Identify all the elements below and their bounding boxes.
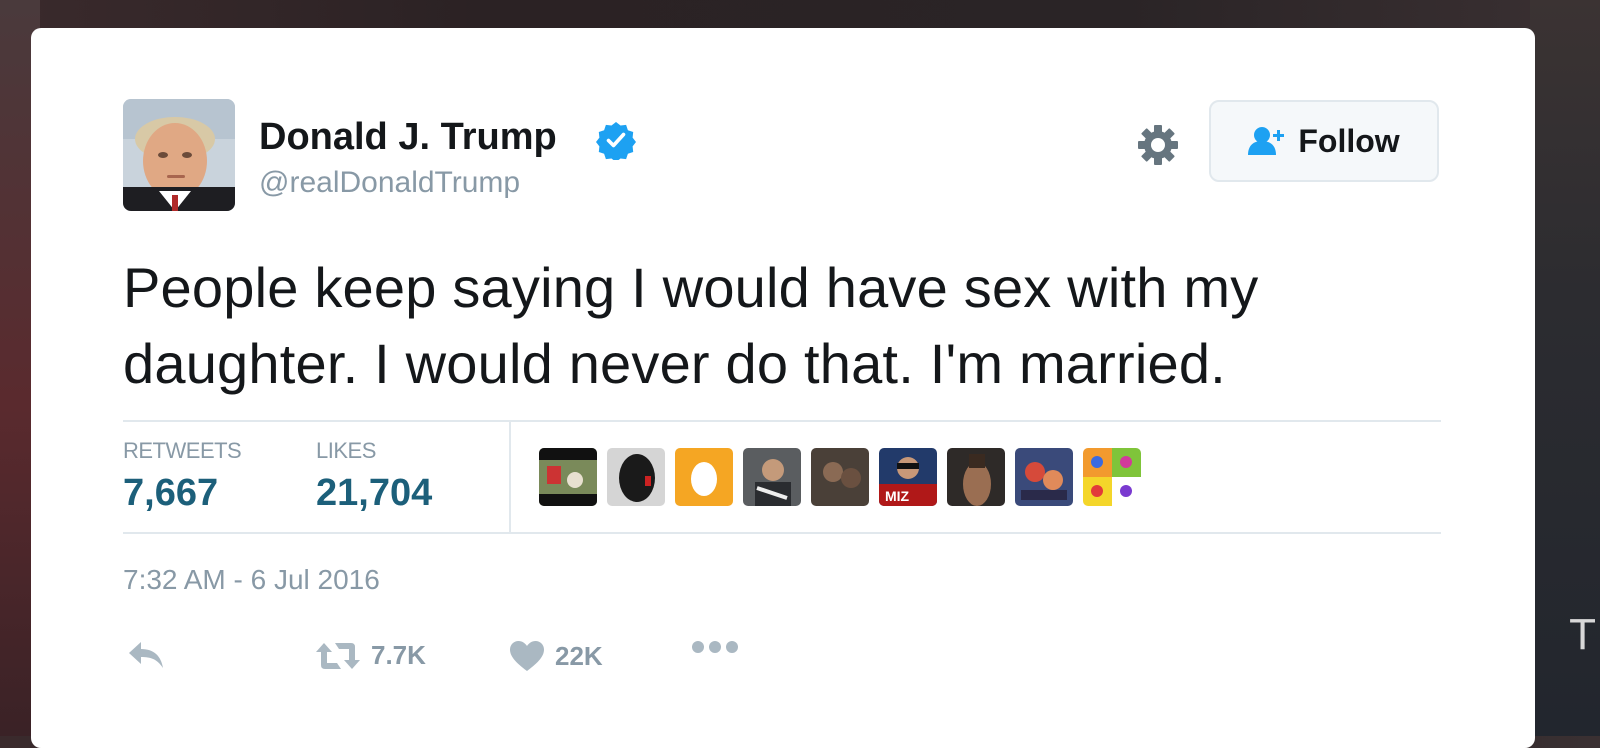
background-right: T [1530,0,1600,736]
liker-avatars: MIZ [539,448,1141,506]
divider-top [123,420,1441,422]
retweet-button[interactable]: 7.7K [315,640,426,671]
likes-stat[interactable]: LIKES 21,704 [316,438,432,515]
author-avatar[interactable] [123,99,235,211]
likes-label: LIKES [316,438,376,463]
follow-button[interactable]: Follow [1209,100,1439,182]
liker-avatar[interactable] [1015,448,1073,506]
miz-avatar[interactable]: MIZ [879,448,937,506]
verified-badge-icon [596,122,636,160]
retweets-value: 7,667 [123,472,219,514]
liker-avatar[interactable] [539,448,597,506]
stats-divider [509,422,511,532]
reply-button[interactable] [127,640,165,670]
follow-label: Follow [1298,122,1400,159]
retweet-count: 7.7K [371,640,426,670]
background-glyph: T [1569,610,1596,659]
heart-icon [510,641,544,671]
popart-avatar[interactable] [1083,448,1141,506]
tweet-text: People keep saying I would have sex with… [123,256,1259,395]
svg-text:MIZ: MIZ [885,488,910,504]
likes-value: 21,704 [316,472,433,514]
retweet-icon [316,642,360,669]
like-count: 22K [555,640,603,671]
divider-bottom [123,532,1441,534]
gear-icon[interactable] [1136,123,1180,167]
retweets-label: RETWEETS [123,438,242,463]
liker-avatar[interactable] [947,448,1005,506]
more-button[interactable] [691,640,739,654]
like-button[interactable]: 22K [509,640,603,672]
author-handle[interactable]: @realDonaldTrump [259,166,520,200]
author-name[interactable]: Donald J. Trump [259,116,557,159]
tweet-card: Donald J. Trump @realDonaldTrump Follow … [31,28,1535,748]
retweets-stat[interactable]: RETWEETS 7,667 [123,438,242,515]
reply-icon [129,642,163,668]
liker-avatar[interactable] [811,448,869,506]
add-user-icon [1248,127,1285,155]
tweet-timestamp[interactable]: 7:32 AM - 6 Jul 2016 [123,564,380,596]
egg-avatar[interactable] [675,448,733,506]
liker-avatar[interactable] [743,448,801,506]
more-dots-icon [692,641,738,653]
liker-avatar[interactable] [607,448,665,506]
